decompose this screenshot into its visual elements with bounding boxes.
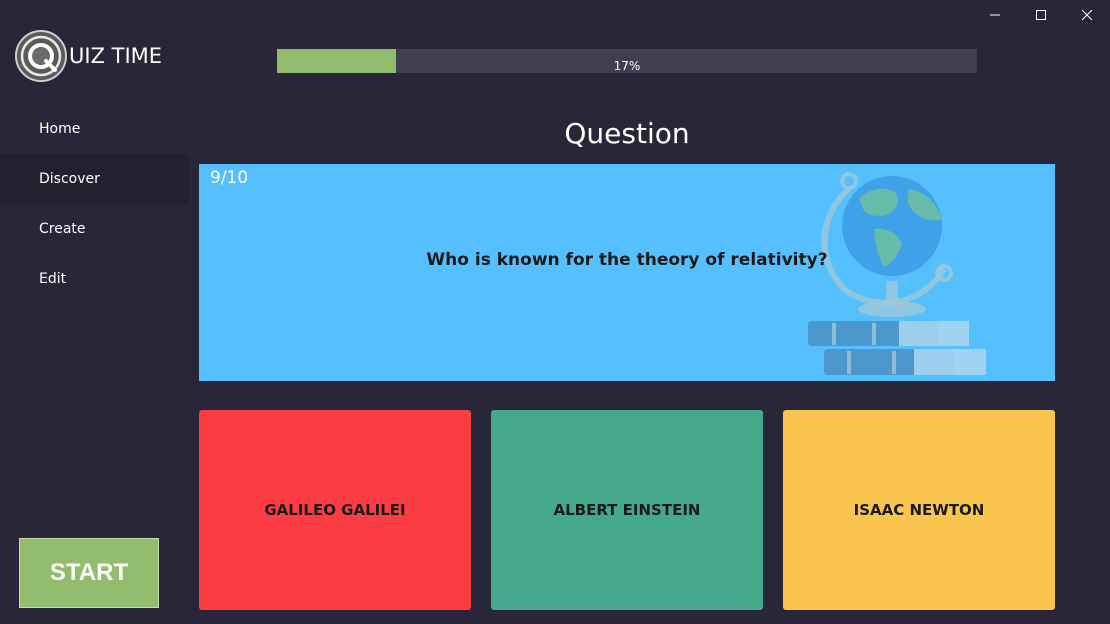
answer-option-c[interactable]: ISAAC NEWTON (783, 410, 1055, 610)
question-counter: 9/10 (210, 168, 249, 188)
question-heading: Question (564, 117, 690, 150)
progress-label: 17% (613, 59, 641, 73)
window-controls (972, 0, 1110, 30)
maximize-button[interactable] (1018, 0, 1064, 30)
answer-option-a[interactable]: GALILEO GALILEI (199, 410, 471, 610)
sidebar-item-create[interactable]: Create (0, 204, 189, 254)
globe-on-books-icon (808, 172, 986, 375)
sidebar-item-home[interactable]: Home (0, 104, 189, 154)
answer-label: ALBERT EINSTEIN (553, 501, 701, 519)
answer-option-b[interactable]: ALBERT EINSTEIN (491, 410, 763, 610)
quiz-logo-icon: Q (15, 30, 67, 82)
answer-label: ISAAC NEWTON (853, 501, 985, 519)
answer-label: GALILEO GALILEI (264, 501, 406, 519)
question-card: 9/10 Who is known for the theory of rela… (199, 164, 1055, 381)
sidebar-item-discover[interactable]: Discover (0, 154, 189, 204)
close-button[interactable] (1064, 0, 1110, 30)
app-logo: Q UIZ TIME (14, 29, 162, 83)
question-text: Who is known for the theory of relativit… (426, 250, 828, 270)
close-icon (1081, 9, 1093, 21)
sidebar-nav: Home Discover Create Edit (0, 104, 189, 304)
minimize-icon (990, 14, 1000, 16)
sidebar-item-edit[interactable]: Edit (0, 254, 189, 304)
maximize-icon (1036, 10, 1046, 20)
app-title: UIZ TIME (69, 44, 163, 68)
minimize-button[interactable] (972, 0, 1018, 30)
start-button[interactable]: START (19, 538, 159, 608)
progress-bar: 17% (277, 49, 977, 73)
